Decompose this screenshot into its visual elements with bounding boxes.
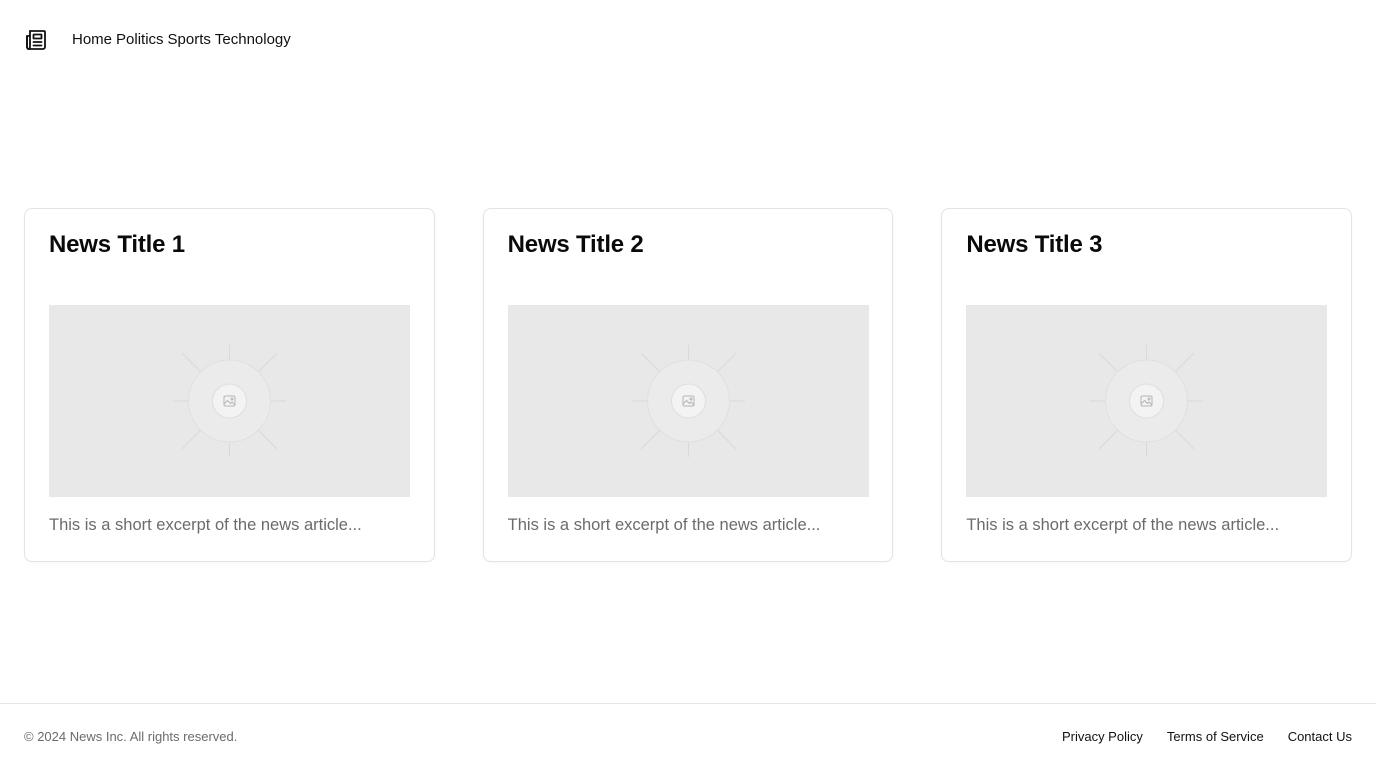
privacy-policy-link[interactable]: Privacy Policy	[1062, 729, 1143, 744]
article-title[interactable]: News Title 2	[508, 231, 644, 259]
article-card[interactable]: News Title 1 This is a short excerpt of …	[24, 208, 435, 562]
article-excerpt: This is a short excerpt of the news arti…	[49, 516, 362, 534]
contact-us-link[interactable]: Contact Us	[1288, 729, 1352, 744]
main-nav: Home Politics Sports Technology	[72, 31, 291, 49]
article-excerpt: This is a short excerpt of the news arti…	[966, 516, 1280, 534]
article-card[interactable]: News Title 3 This is a short excerpt of …	[941, 208, 1353, 562]
site-header: Home Politics Sports Technology	[0, 0, 1376, 80]
article-title[interactable]: News Title 1	[49, 231, 185, 259]
article-image[interactable]	[507, 305, 869, 497]
article-image[interactable]	[966, 305, 1328, 497]
article-excerpt: This is a short excerpt of the news arti…	[507, 516, 821, 534]
article-grid: News Title 1 This is a short excerpt of …	[24, 208, 1353, 562]
image-placeholder-icon	[49, 305, 410, 497]
footer-nav: Privacy Policy Terms of Service Contact …	[1062, 729, 1352, 744]
newspaper-icon[interactable]	[24, 28, 48, 52]
nav-item-technology[interactable]: Technology	[215, 31, 291, 49]
nav-item-politics[interactable]: Politics	[116, 31, 164, 49]
nav-item-home[interactable]: Home	[72, 31, 112, 49]
nav-item-sports[interactable]: Sports	[168, 31, 211, 49]
image-placeholder-icon	[966, 305, 1328, 497]
article-card[interactable]: News Title 2 This is a short excerpt of …	[482, 208, 894, 562]
image-placeholder-icon	[507, 305, 869, 497]
terms-of-service-link[interactable]: Terms of Service	[1167, 729, 1264, 744]
copyright-text: © 2024 News Inc. All rights reserved.	[24, 729, 238, 744]
site-footer: © 2024 News Inc. All rights reserved. Pr…	[0, 703, 1376, 768]
article-title[interactable]: News Title 3	[966, 231, 1102, 259]
article-image[interactable]	[49, 305, 410, 497]
